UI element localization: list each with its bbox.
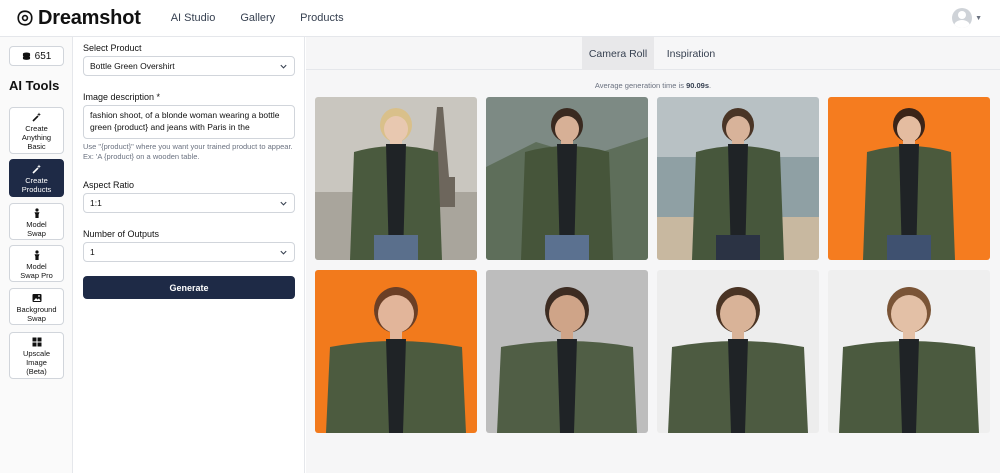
grid-icon	[32, 337, 41, 347]
photo-man-white[interactable]	[657, 270, 819, 433]
image-description-input[interactable]: fashion shoot, of a blonde woman wearing…	[83, 105, 295, 139]
main-nav: AI Studio Gallery Products	[171, 12, 369, 24]
product-select-value: Bottle Green Overshirt	[90, 61, 175, 71]
generation-form: Select Product Bottle Green Overshirt Im…	[74, 37, 305, 473]
tool-label: Model Swap Pro	[20, 262, 53, 280]
credits-badge[interactable]: 651	[9, 46, 64, 66]
average-generation-time: Average generation time is 90.09s.	[594, 81, 712, 90]
tool-label: Model Swap	[26, 220, 47, 238]
tool-label: Create Anything Basic	[21, 124, 52, 151]
gallery-tabs: Camera Roll Inspiration	[306, 37, 1000, 70]
brand-name: Dreamshot	[38, 6, 141, 29]
chevron-down-icon	[280, 64, 287, 69]
coins-icon	[22, 52, 30, 60]
chevron-down-icon	[280, 250, 287, 255]
photo-man-closeup-grey[interactable]	[486, 270, 648, 433]
nav-ai-studio[interactable]: AI Studio	[171, 12, 216, 24]
nav-gallery[interactable]: Gallery	[240, 12, 275, 24]
nav-products[interactable]: Products	[300, 12, 343, 24]
tab-inspiration[interactable]: Inspiration	[658, 37, 724, 70]
number-of-outputs-value: 1	[90, 247, 95, 257]
tool-label: Background Swap	[16, 305, 57, 323]
photo-woman-white[interactable]	[828, 270, 990, 433]
gallery-panel: Camera Roll Inspiration Average generati…	[306, 37, 1000, 473]
ai-tools-title: AI Tools	[9, 78, 60, 93]
tool-label: Upscale Image (Beta)	[22, 349, 51, 376]
number-of-outputs-label: Number of Outputs	[83, 229, 160, 239]
photo-woman-paris[interactable]	[315, 97, 477, 260]
tool-model-swap-pro[interactable]: Model Swap Pro	[9, 245, 64, 282]
avatar	[952, 8, 973, 28]
avg-time-value: 90.09s	[686, 81, 710, 90]
tool-model-swap[interactable]: Model Swap	[9, 203, 64, 240]
tools-sidebar: 651 AI Tools Create Anything Basic Creat…	[0, 37, 73, 473]
chevron-down-icon: ▼	[975, 14, 982, 22]
user-menu[interactable]: ▼	[952, 8, 982, 28]
tool-background-swap[interactable]: Background Swap	[9, 288, 64, 325]
person-icon	[34, 250, 39, 260]
logo-icon	[17, 10, 33, 26]
tool-upscale-image[interactable]: Upscale Image (Beta)	[9, 332, 64, 379]
magic-wand-icon	[31, 164, 41, 174]
brand[interactable]: Dreamshot	[16, 7, 141, 30]
credits-count: 651	[34, 50, 52, 62]
tool-create-products[interactable]: Create Products	[9, 159, 64, 197]
description-hint: Use "{product}" where you want your trai…	[83, 142, 293, 161]
photo-woman-orange[interactable]	[828, 97, 990, 260]
product-select[interactable]: Bottle Green Overshirt	[83, 56, 295, 76]
image-icon	[32, 294, 41, 302]
tab-camera-roll[interactable]: Camera Roll	[582, 37, 654, 70]
aspect-ratio-label: Aspect Ratio	[83, 180, 135, 190]
select-product-label: Select Product	[83, 43, 142, 53]
chevron-down-icon	[280, 201, 287, 206]
photo-man-beach[interactable]	[657, 97, 819, 260]
aspect-ratio-select[interactable]: 1:1	[83, 193, 295, 213]
photo-man-mountains[interactable]	[486, 97, 648, 260]
top-navbar: Dreamshot AI Studio Gallery Products ▼	[0, 0, 1000, 37]
image-description-label: Image description *	[83, 92, 161, 102]
aspect-ratio-value: 1:1	[90, 198, 102, 208]
magic-wand-icon	[31, 112, 41, 122]
tool-create-anything-basic[interactable]: Create Anything Basic	[9, 107, 64, 154]
generate-button[interactable]: Generate	[83, 276, 295, 299]
tool-label: Create Products	[21, 176, 52, 194]
photo-woman-orange-closeup[interactable]	[315, 270, 477, 433]
person-icon	[34, 208, 39, 218]
number-of-outputs-select[interactable]: 1	[83, 242, 295, 262]
